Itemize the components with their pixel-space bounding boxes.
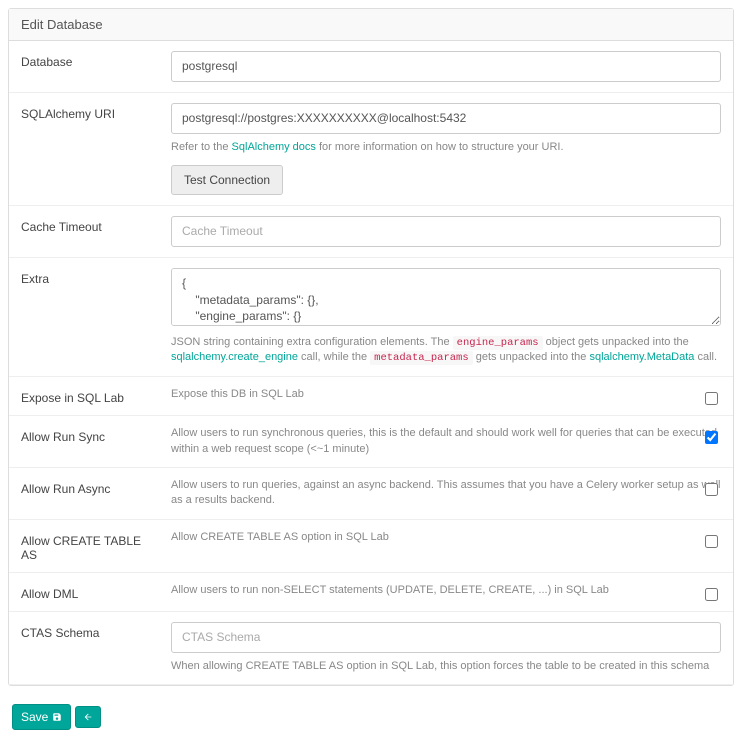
expose-help: Expose this DB in SQL Lab <box>171 387 721 402</box>
schema-help: When allowing CREATE TABLE AS option in … <box>171 659 721 674</box>
panel-title: Edit Database <box>9 9 733 41</box>
cache-timeout-input[interactable] <box>171 216 721 247</box>
ctas-schema-input[interactable] <box>171 622 721 653</box>
label-allow-ctas: Allow CREATE TABLE AS <box>9 519 159 572</box>
save-icon <box>52 712 62 722</box>
label-allow-async: Allow Run Async <box>9 467 159 519</box>
allow-ctas-checkbox[interactable] <box>705 535 718 548</box>
allow-async-checkbox[interactable] <box>705 483 718 496</box>
uri-help: Refer to the SqlAlchemy docs for more in… <box>171 140 721 155</box>
allow-dml-checkbox[interactable] <box>705 588 718 601</box>
allow-sync-checkbox[interactable] <box>705 431 718 444</box>
label-ctas-schema: CTAS Schema <box>9 611 159 684</box>
save-label: Save <box>21 710 48 724</box>
sqlalchemy-docs-link[interactable]: SqlAlchemy docs <box>232 141 316 153</box>
back-button[interactable] <box>75 706 101 728</box>
expose-checkbox[interactable] <box>705 392 718 405</box>
dml-help: Allow users to run non-SELECT statements… <box>171 583 721 598</box>
metadata-link[interactable]: sqlalchemy.MetaData <box>589 351 694 363</box>
label-allow-dml: Allow DML <box>9 572 159 611</box>
code-metadata-params: metadata_params <box>370 351 473 365</box>
test-connection-button[interactable]: Test Connection <box>171 165 283 195</box>
label-database: Database <box>9 41 159 92</box>
arrow-left-icon <box>83 712 93 722</box>
footer: Save <box>0 694 742 739</box>
database-input[interactable] <box>171 51 721 82</box>
sqlalchemy-uri-input[interactable] <box>171 103 721 134</box>
save-button[interactable]: Save <box>12 704 71 730</box>
label-expose: Expose in SQL Lab <box>9 377 159 416</box>
sync-help: Allow users to run synchronous queries, … <box>171 426 721 457</box>
label-extra: Extra <box>9 257 159 376</box>
create-engine-link[interactable]: sqlalchemy.create_engine <box>171 351 298 363</box>
edit-database-panel: Edit Database Database SQLAlchemy URI Re… <box>8 8 734 686</box>
extra-help: JSON string containing extra configurati… <box>171 335 721 366</box>
async-help: Allow users to run queries, against an a… <box>171 478 721 509</box>
label-cache-timeout: Cache Timeout <box>9 205 159 257</box>
label-allow-sync: Allow Run Sync <box>9 416 159 468</box>
form-table: Database SQLAlchemy URI Refer to the Sql… <box>9 41 733 685</box>
code-engine-params: engine_params <box>453 336 543 350</box>
label-sqlalchemy-uri: SQLAlchemy URI <box>9 92 159 205</box>
ctas-help: Allow CREATE TABLE AS option in SQL Lab <box>171 530 721 545</box>
extra-textarea[interactable]: { "metadata_params": {}, "engine_params"… <box>171 268 721 326</box>
